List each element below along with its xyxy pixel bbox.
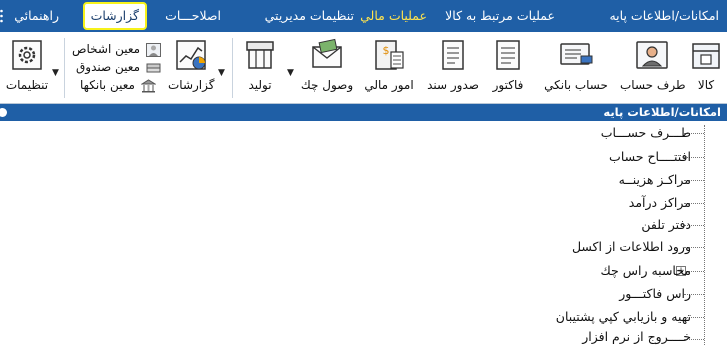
moein-persons-label: معين اشخاص bbox=[72, 42, 141, 56]
tree-item-open-account[interactable]: افتتــــاح حساب bbox=[609, 147, 691, 167]
tree-item-counterparty[interactable]: طـــرف حســـاب bbox=[601, 123, 691, 143]
toolbar-separator bbox=[64, 38, 65, 98]
moein-banks-button[interactable]: معين بانکها bbox=[80, 77, 156, 93]
production-icon bbox=[246, 41, 274, 69]
bank-building-icon bbox=[140, 78, 156, 92]
chart-icon bbox=[176, 40, 206, 70]
reports-dropdown-caret-icon[interactable]: ▼ bbox=[218, 68, 225, 78]
invoice-button[interactable]: فاکتور bbox=[488, 38, 528, 92]
counterparty-label: طرف حساب bbox=[620, 78, 686, 92]
calculator-money-icon: $ bbox=[375, 40, 404, 70]
moein-banks-label: معين بانکها bbox=[80, 78, 135, 92]
financial-affairs-label: امور مالي bbox=[364, 78, 414, 92]
cheque-collection-label: وصول چك bbox=[300, 78, 354, 92]
settings-dropdown-caret-icon[interactable]: ▼ bbox=[52, 68, 59, 78]
counterparty-button[interactable]: طرف حساب bbox=[620, 38, 686, 92]
svg-text:$: $ bbox=[383, 44, 390, 57]
navigation-tree: طـــرف حســـاب افتتــــاح حساب مراكـز هز… bbox=[0, 121, 727, 346]
section-title: امکانات/اطلاعات پايه bbox=[603, 105, 721, 119]
menu-help[interactable]: راهنمائي bbox=[14, 0, 59, 32]
cash-stack-icon bbox=[146, 63, 161, 72]
person-card-icon bbox=[636, 41, 668, 69]
collapse-icon[interactable] bbox=[0, 108, 7, 117]
menu-corrections[interactable]: اصلاحـــات bbox=[165, 0, 221, 32]
financial-affairs-button[interactable]: $ امور مالي bbox=[360, 38, 418, 92]
production-button[interactable]: توليد bbox=[240, 38, 280, 92]
bank-account-button[interactable]: حساب بانکي bbox=[538, 38, 614, 92]
cheque-dropdown-caret-icon[interactable]: ▼ bbox=[287, 68, 294, 78]
invoice-label: فاکتور bbox=[492, 78, 524, 92]
tree-connector bbox=[704, 125, 705, 345]
issue-document-button[interactable]: صدور سند bbox=[424, 38, 482, 92]
gear-icon bbox=[12, 40, 42, 70]
moein-cashbox-button[interactable]: معين صندوق bbox=[76, 59, 161, 75]
issue-document-label: صدور سند bbox=[427, 78, 479, 92]
section-header: امکانات/اطلاعات پايه bbox=[0, 104, 727, 121]
tree-item-income-centers[interactable]: مراكز درآمد bbox=[629, 193, 691, 213]
invoice-icon bbox=[496, 40, 520, 70]
tree-item-excel-import[interactable]: ورود اطلاعات از اکسل bbox=[572, 237, 691, 257]
main-menu-bar: امکانات/اطلاعات پايه عمليات مرتبط به کال… bbox=[0, 0, 727, 32]
envelope-money-icon bbox=[312, 38, 342, 68]
tree-item-backup-restore[interactable]: تهيه و بازيابي كپي پشتيبان bbox=[556, 307, 691, 327]
person-icon bbox=[145, 42, 161, 57]
settings-button[interactable]: تنظيمات bbox=[4, 38, 50, 92]
tree-item-exit[interactable]: خــــروج از نرم افزار bbox=[582, 327, 691, 347]
menu-base-info[interactable]: امکانات/اطلاعات پايه bbox=[609, 0, 719, 32]
document-icon bbox=[442, 40, 464, 70]
bank-account-label: حساب بانکي bbox=[544, 78, 608, 92]
goods-label: کالا bbox=[697, 78, 715, 92]
goods-button[interactable]: کالا bbox=[688, 38, 724, 92]
menu-reports[interactable]: گزارشات bbox=[82, 2, 147, 30]
toolbar: کالا طرف حساب حساب بانکي فاکتور صدور سند… bbox=[0, 32, 727, 104]
moein-persons-button[interactable]: معين اشخاص bbox=[72, 41, 161, 57]
production-label: توليد bbox=[248, 78, 272, 92]
toolbar-separator bbox=[232, 38, 233, 98]
reports-label: گزارشات bbox=[168, 78, 215, 92]
window-edge-dots-icon bbox=[0, 8, 3, 24]
bank-card-icon bbox=[560, 43, 593, 65]
menu-goods-operations[interactable]: عمليات مرتبط به کالا bbox=[445, 0, 555, 32]
box-icon bbox=[692, 43, 720, 69]
tree-item-phonebook[interactable]: دفتر تلفن bbox=[641, 215, 691, 235]
tree-item-invoice-due[interactable]: راس فاكتـــور bbox=[619, 284, 691, 304]
settings-label: تنظيمات bbox=[5, 78, 49, 92]
tree-item-cost-centers[interactable]: مراكـز هزينــه bbox=[619, 170, 691, 190]
reports-button[interactable]: گزارشات bbox=[168, 38, 214, 92]
menu-financial-operations[interactable]: عمليات مالي bbox=[360, 0, 427, 32]
tree-item-cheque-due[interactable]: محاسبه راس چك bbox=[601, 261, 692, 281]
menu-management-settings[interactable]: تنظيمات مديريتي bbox=[265, 0, 354, 32]
cheque-collection-button[interactable]: وصول چك bbox=[298, 38, 356, 92]
moein-cashbox-label: معين صندوق bbox=[76, 60, 141, 74]
